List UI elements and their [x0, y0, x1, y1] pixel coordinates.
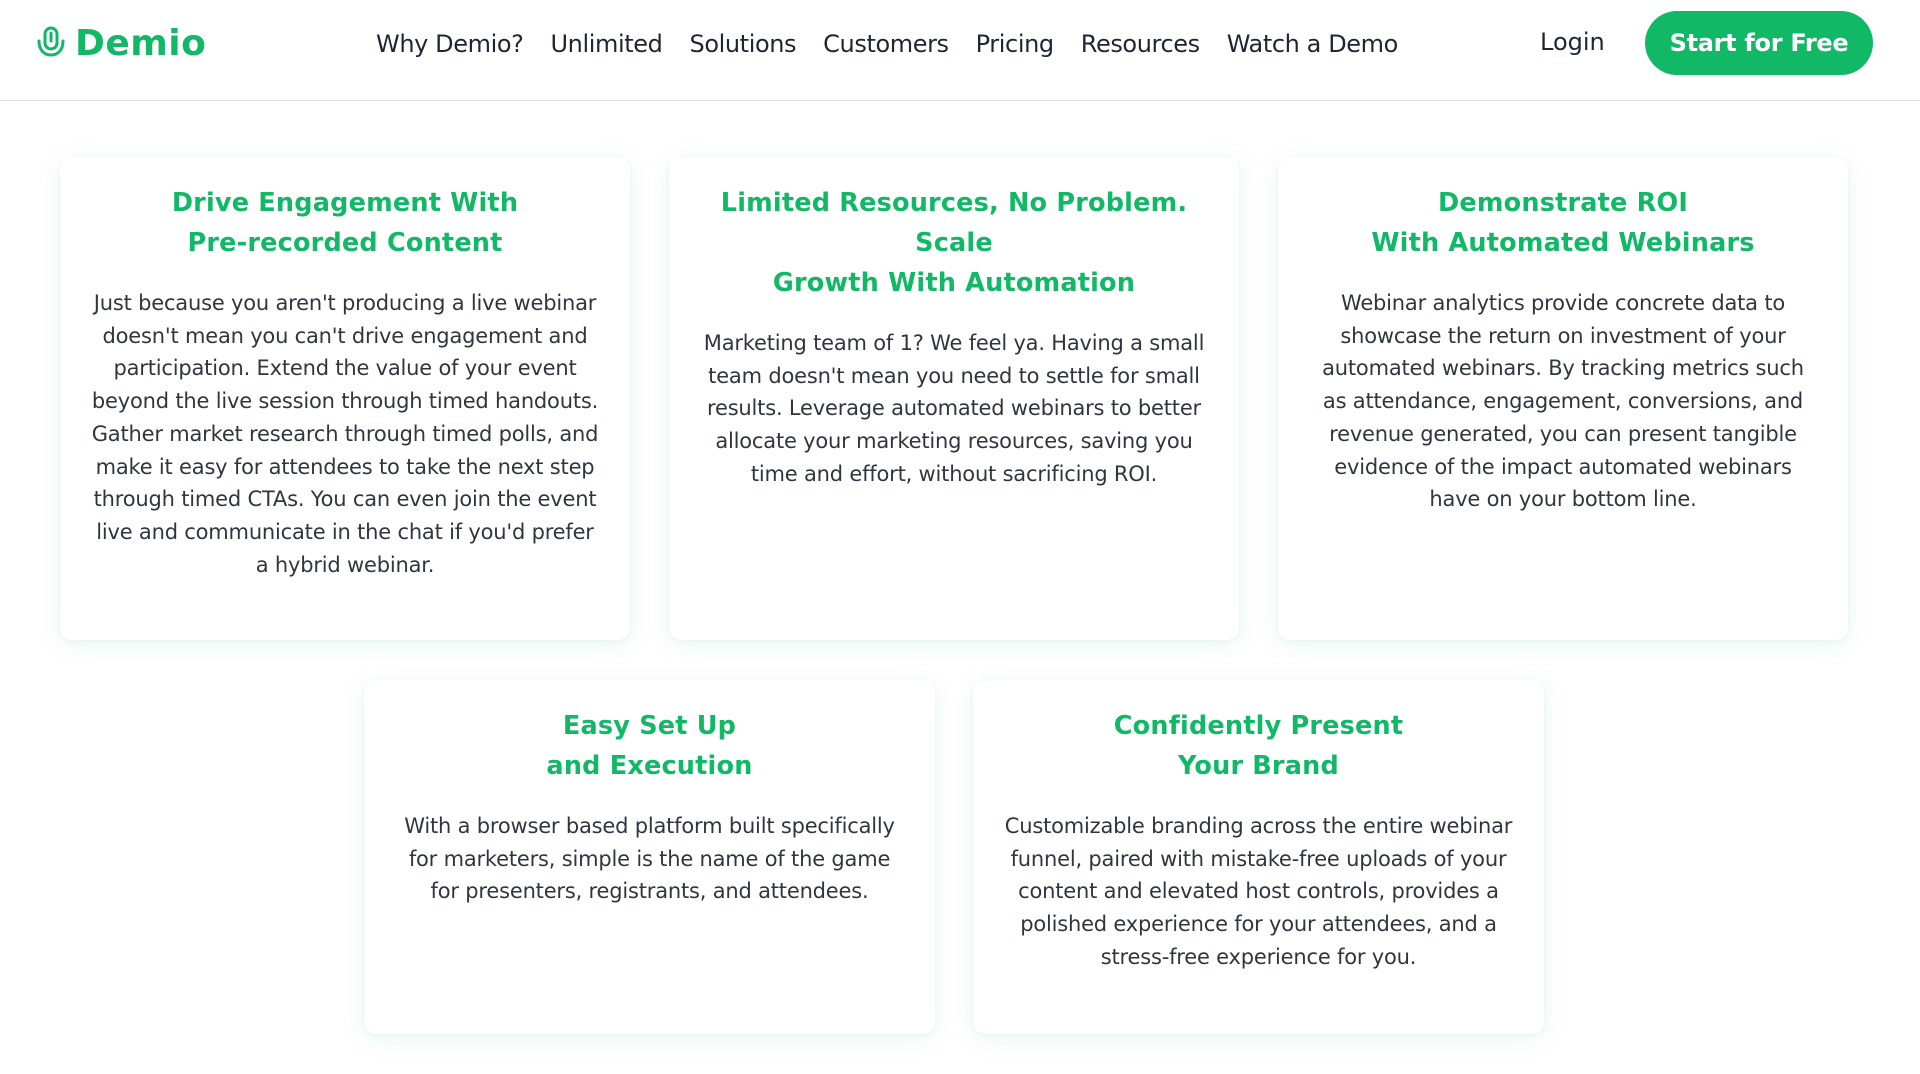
feature-card-setup: Easy Set Up and Execution With a browser… [364, 680, 935, 1034]
feature-card-roi: Demonstrate ROI With Automated Webinars … [1278, 157, 1848, 640]
nav-link-pricing[interactable]: Pricing [976, 30, 1055, 58]
microphone-icon [37, 26, 65, 57]
top-navbar: Demio Why Demio? Unlimited Solutions Cus… [0, 0, 1920, 101]
feature-card-body: Marketing team of 1? We feel ya. Having … [703, 331, 1205, 486]
nav-link-unlimited[interactable]: Unlimited [551, 30, 663, 58]
feature-card-body: Just because you aren't producing a live… [91, 291, 599, 577]
feature-card-title: Drive Engagement With Pre-recorded Conte… [171, 188, 519, 258]
feature-card-prerecorded: Drive Engagement With Pre-recorded Conte… [60, 157, 630, 640]
brand-logo[interactable]: Demio [35, 22, 206, 64]
main-nav: Why Demio? Unlimited Solutions Customers… [376, 28, 1398, 60]
nav-link-watch-demo[interactable]: Watch a Demo [1227, 30, 1399, 58]
feature-card-body: With a browser based platform built spec… [404, 814, 895, 904]
feature-card-title: Easy Set Up and Execution [546, 711, 753, 781]
nav-link-resources[interactable]: Resources [1081, 30, 1200, 58]
feature-card-brand: Confidently Present Your Brand Customiza… [973, 680, 1544, 1034]
brand-name: Demio [75, 22, 207, 64]
feature-card-title: Confidently Present Your Brand [1113, 711, 1404, 781]
feature-card-title: Demonstrate ROI With Automated Webinars [1371, 188, 1755, 258]
feature-card-automation: Limited Resources, No Problem. Scale Gro… [669, 157, 1239, 640]
nav-link-solutions[interactable]: Solutions [689, 30, 796, 58]
feature-card-body: Webinar analytics provide concrete data … [1322, 291, 1804, 512]
feature-card-title: Limited Resources, No Problem. Scale Gro… [720, 188, 1188, 298]
start-for-free-button[interactable]: Start for Free [1645, 11, 1873, 75]
nav-link-why-demio[interactable]: Why Demio? [376, 30, 524, 58]
nav-link-customers[interactable]: Customers [823, 30, 949, 58]
feature-card-body: Customizable branding across the entire … [1004, 814, 1513, 969]
login-link[interactable]: Login [1540, 28, 1605, 56]
